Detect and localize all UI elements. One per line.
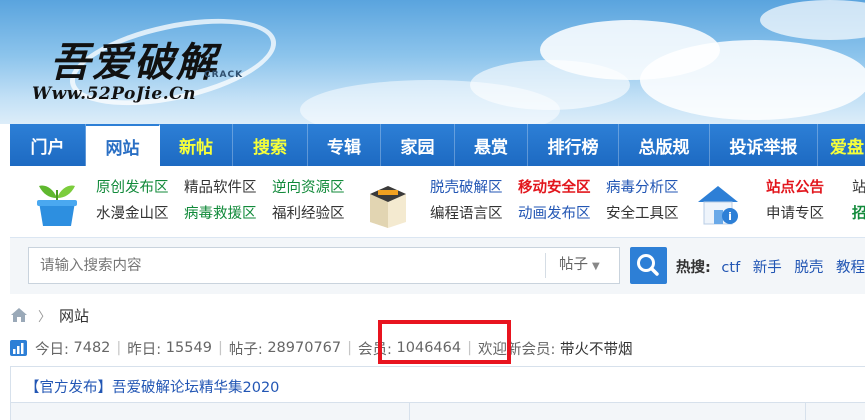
svg-text:i: i: [728, 210, 732, 223]
house-icon: i: [698, 186, 738, 225]
plant-icon: [37, 185, 77, 226]
nav-item-portal[interactable]: 门户: [10, 124, 86, 166]
submenu-link[interactable]: 原创发布区: [96, 178, 169, 198]
nav-item-new-posts[interactable]: 新帖: [160, 124, 233, 166]
stat-posts-value: 28970767: [267, 340, 342, 356]
caret-down-icon: ▼: [592, 261, 600, 272]
hot-keyword[interactable]: ctf: [721, 260, 740, 276]
site-banner: 吾爱破解 CRACK Www.52PoJie.Cn: [0, 0, 865, 124]
submenu-link[interactable]: 动画发布区: [518, 204, 591, 224]
nav-item-ranking[interactable]: 排行榜: [528, 124, 619, 166]
submenu-link[interactable]: 移动安全区: [518, 178, 591, 198]
divider: [545, 253, 546, 278]
submenu-link[interactable]: 逆向资源区: [272, 178, 345, 198]
hot-keyword[interactable]: 脱壳: [794, 260, 823, 276]
newest-member-link[interactable]: 带火不带烟: [560, 338, 633, 359]
divider: |: [217, 340, 223, 356]
logo-tag: CRACK: [204, 70, 244, 80]
main-nav: 门户 网站 新帖 搜索 专辑 家园 悬赏 排行榜 总版规 投诉举报 爱盘: [10, 124, 865, 166]
stat-posts-label: 帖子:: [228, 341, 263, 358]
submenu-link[interactable]: 站点公告: [766, 178, 824, 198]
search-type-select[interactable]: 帖子 ▼: [559, 248, 600, 283]
submenu-link[interactable]: 安全工具区: [606, 204, 679, 224]
search-input[interactable]: [29, 248, 545, 283]
nav-item-website[interactable]: 网站: [86, 124, 160, 166]
divider: |: [116, 340, 122, 356]
submenu-link[interactable]: 病毒分析区: [606, 178, 679, 198]
logo-url: Www.52PoJie.Cn: [32, 84, 197, 104]
nav-item-albums[interactable]: 专辑: [308, 124, 381, 166]
divider: [805, 403, 806, 420]
hot-search-label: 热搜:: [676, 260, 711, 276]
stat-yesterday-label: 昨日:: [127, 341, 162, 358]
search-type-value: 帖子: [559, 257, 588, 273]
search-bar: 帖子 ▼ 热搜: ctf 新手 脱壳 教程: [10, 238, 865, 294]
annotation-highlight-box: [378, 320, 511, 364]
submenu-link[interactable]: 站: [852, 178, 865, 198]
cloud-decoration: [640, 40, 865, 120]
breadcrumb-separator-icon: 〉: [38, 309, 52, 325]
nav-item-home[interactable]: 家园: [381, 124, 455, 166]
nav-item-search[interactable]: 搜索: [233, 124, 308, 166]
submenu-link[interactable]: 编程语言区: [430, 204, 503, 224]
forum-submenu: 原创发布区 精品软件区 逆向资源区 水漫金山区 病毒救援区 福利经验区 脱壳破解…: [10, 166, 865, 238]
nav-item-aipan[interactable]: 爱盘: [818, 124, 865, 166]
submenu-link[interactable]: 招: [852, 204, 865, 224]
logo-title: 吾爱破解: [50, 39, 218, 86]
nav-item-rules[interactable]: 总版规: [619, 124, 710, 166]
hot-keyword[interactable]: 新手: [753, 260, 782, 276]
chart-icon: [10, 340, 27, 356]
nav-item-bounty[interactable]: 悬赏: [455, 124, 528, 166]
search-icon: [637, 254, 659, 276]
submenu-link[interactable]: 脱壳破解区: [430, 178, 503, 198]
submenu-link[interactable]: 病毒救援区: [184, 204, 257, 224]
hot-search: 热搜: ctf 新手 脱壳 教程: [676, 256, 865, 277]
hot-keyword[interactable]: 教程: [836, 260, 865, 276]
submenu-link[interactable]: 福利经验区: [272, 204, 345, 224]
search-button[interactable]: [630, 247, 667, 284]
stat-yesterday-value: 15549: [165, 340, 212, 356]
submenu-link[interactable]: 水漫金山区: [96, 204, 169, 224]
breadcrumb: 〉 网站: [10, 304, 89, 326]
nav-item-report[interactable]: 投诉举报: [710, 124, 818, 166]
stat-today-value: 7482: [73, 340, 111, 356]
stat-today-label: 今日:: [35, 341, 69, 358]
cloud-decoration: [760, 0, 865, 40]
divider: |: [347, 340, 353, 356]
forum-table-header: [10, 403, 865, 420]
submenu-link[interactable]: 申请专区: [766, 204, 824, 224]
site-logo[interactable]: 吾爱破解 CRACK Www.52PoJie.Cn: [28, 2, 288, 122]
divider: [409, 403, 410, 420]
box-icon: [370, 186, 406, 228]
announcement-link[interactable]: 【官方发布】吾爱破解论坛精华集2020: [25, 376, 279, 397]
submenu-link[interactable]: 精品软件区: [184, 178, 257, 198]
search-box: 帖子 ▼: [28, 247, 620, 284]
forum-stats: 今日: 7482 | 昨日: 15549 | 帖子: 28970767 | 会员…: [10, 337, 633, 359]
announcement-bar: 【官方发布】吾爱破解论坛精华集2020: [10, 366, 865, 403]
home-icon[interactable]: [10, 307, 28, 323]
breadcrumb-current[interactable]: 网站: [59, 305, 89, 326]
